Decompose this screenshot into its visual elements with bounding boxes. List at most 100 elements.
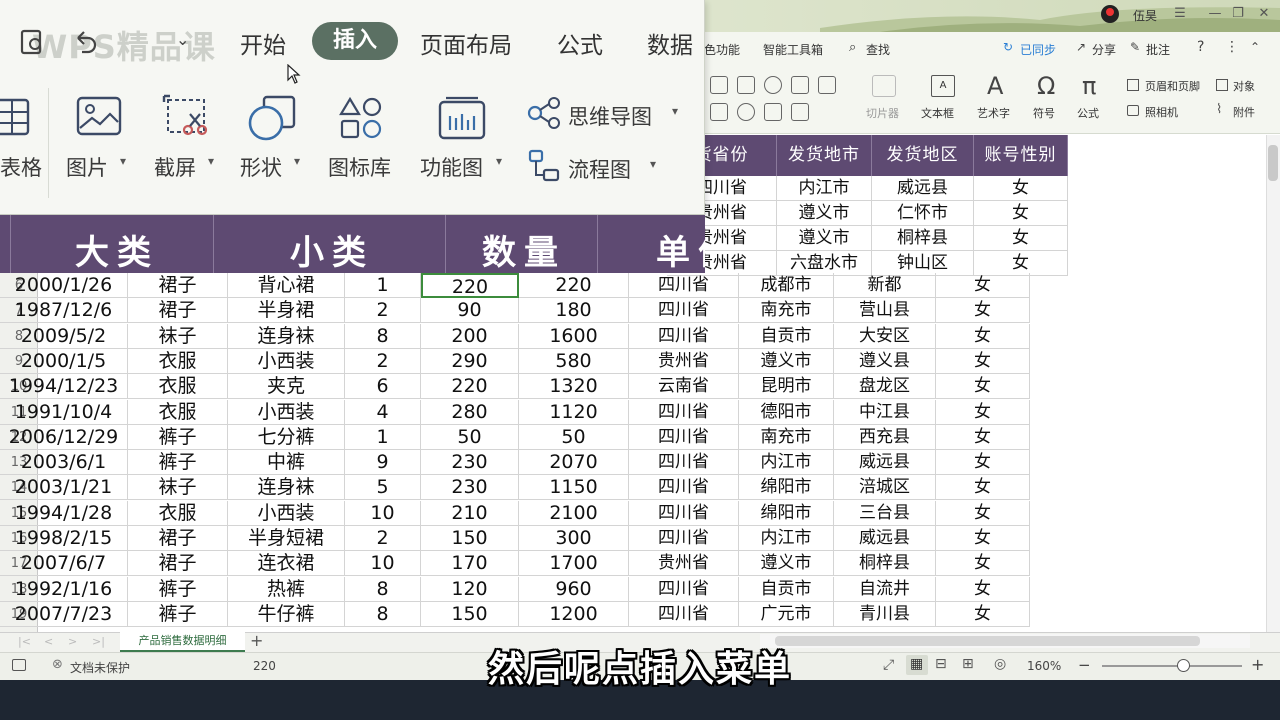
- price-cell[interactable]: 290: [421, 348, 519, 374]
- category-cell[interactable]: 衣服: [128, 374, 228, 400]
- city-cell[interactable]: 南充市: [739, 298, 834, 324]
- city-cell[interactable]: 广元市: [739, 601, 834, 627]
- header-quantity[interactable]: 数量: [482, 225, 566, 273]
- tab-insert[interactable]: 插入: [312, 22, 398, 60]
- quantity-cell[interactable]: 10: [345, 500, 421, 526]
- category-cell[interactable]: 袜子: [128, 323, 228, 349]
- next-sheet-icon[interactable]: >: [68, 635, 77, 648]
- header-footer-button[interactable]: 页眉和页脚: [1145, 78, 1200, 94]
- picture-dropdown-icon[interactable]: ▾: [120, 154, 126, 168]
- fullscreen-icon[interactable]: ⤢: [883, 657, 894, 673]
- total-cell[interactable]: 180: [519, 298, 629, 324]
- total-cell[interactable]: 1200: [519, 601, 629, 627]
- page-view-icon[interactable]: [12, 659, 26, 671]
- city-cell[interactable]: 内江市: [777, 176, 872, 201]
- search-icon[interactable]: ⌕: [849, 40, 856, 55]
- category-cell[interactable]: 裤子: [128, 424, 228, 450]
- more-icon[interactable]: ⋮: [1225, 39, 1239, 55]
- header-gender[interactable]: 账号性别: [974, 135, 1068, 176]
- gender-cell[interactable]: 女: [936, 348, 1030, 374]
- total-cell[interactable]: 1320: [519, 374, 629, 400]
- gender-cell[interactable]: 女: [936, 424, 1030, 450]
- total-cell[interactable]: 1150: [519, 475, 629, 501]
- sheet-tab-active[interactable]: 产品销售数据明细: [120, 632, 245, 652]
- category-cell[interactable]: 裤子: [128, 450, 228, 476]
- mind-map-button[interactable]: 思维导图: [568, 101, 652, 131]
- price-cell[interactable]: 210: [421, 500, 519, 526]
- total-cell[interactable]: 580: [519, 348, 629, 374]
- province-cell[interactable]: 贵州省: [629, 348, 739, 374]
- shape-button[interactable]: 形状: [240, 152, 282, 182]
- price-cell[interactable]: 170: [421, 551, 519, 577]
- district-cell[interactable]: 中江县: [834, 399, 936, 425]
- province-cell[interactable]: 贵州省: [629, 551, 739, 577]
- city-cell[interactable]: 遵义市: [777, 201, 872, 226]
- city-cell[interactable]: 成都市: [739, 273, 834, 298]
- zoom-in-icon[interactable]: +: [1251, 655, 1264, 674]
- area-chart-icon[interactable]: [764, 103, 782, 121]
- subcategory-cell[interactable]: 连衣裙: [228, 551, 345, 577]
- undo-icon[interactable]: [70, 28, 100, 56]
- city-cell[interactable]: 自贡市: [739, 576, 834, 602]
- reading-layout-icon[interactable]: ⊞: [962, 656, 974, 672]
- header-subcategory[interactable]: 小类: [290, 225, 374, 273]
- city-cell[interactable]: 遵义市: [777, 226, 872, 251]
- empty-sheet-area[interactable]: [1068, 135, 1266, 632]
- bar-chart-icon[interactable]: [710, 76, 728, 94]
- price-cell[interactable]: 200: [421, 323, 519, 349]
- date-cell[interactable]: 2007/7/23: [0, 601, 128, 627]
- category-cell[interactable]: 裤子: [128, 601, 228, 627]
- date-cell[interactable]: 1998/2/15: [0, 526, 128, 551]
- total-cell[interactable]: 960: [519, 576, 629, 602]
- date-cell[interactable]: 1994/12/23: [0, 374, 128, 400]
- category-cell[interactable]: 衣服: [128, 500, 228, 526]
- shape-dropdown-icon[interactable]: ▾: [294, 154, 300, 168]
- gender-cell[interactable]: 女: [936, 399, 1030, 425]
- quantity-cell[interactable]: 1: [345, 273, 421, 298]
- price-cell[interactable]: 220: [421, 374, 519, 400]
- date-cell[interactable]: 1994/1/28: [0, 500, 128, 526]
- district-cell[interactable]: 遵义县: [834, 348, 936, 374]
- district-cell[interactable]: 桐梓县: [872, 226, 974, 251]
- table-button[interactable]: 表格: [0, 152, 42, 182]
- subcategory-cell[interactable]: 中裤: [228, 450, 345, 476]
- province-cell[interactable]: 四川省: [629, 424, 739, 450]
- header-district[interactable]: 发货地区: [872, 135, 974, 176]
- subcategory-cell[interactable]: 七分裤: [228, 424, 345, 450]
- gender-cell[interactable]: 女: [936, 526, 1030, 551]
- date-cell[interactable]: 2000/1/5: [0, 348, 128, 374]
- sparkline-icon[interactable]: [791, 103, 809, 121]
- help-icon[interactable]: ?: [1197, 39, 1204, 55]
- province-cell[interactable]: 四川省: [629, 526, 739, 551]
- quantity-cell[interactable]: 2: [345, 298, 421, 324]
- province-cell[interactable]: 四川省: [629, 601, 739, 627]
- price-cell[interactable]: 230: [421, 450, 519, 476]
- category-cell[interactable]: 裙子: [128, 526, 228, 551]
- quantity-cell[interactable]: 9: [345, 450, 421, 476]
- gender-cell[interactable]: 女: [936, 323, 1030, 349]
- province-cell[interactable]: 四川省: [629, 273, 739, 298]
- district-cell[interactable]: 大安区: [834, 323, 936, 349]
- city-cell[interactable]: 遵义市: [739, 348, 834, 374]
- gender-cell[interactable]: 女: [936, 475, 1030, 501]
- zoom-slider-handle[interactable]: [1177, 659, 1190, 672]
- minimize-icon[interactable]: —: [1205, 4, 1225, 24]
- gender-cell[interactable]: 女: [936, 298, 1030, 324]
- flowchart-button[interactable]: 流程图: [568, 154, 631, 184]
- subcategory-cell[interactable]: 小西装: [228, 399, 345, 425]
- price-cell[interactable]: 150: [421, 601, 519, 627]
- date-cell[interactable]: 1991/10/4: [0, 399, 128, 425]
- quantity-cell[interactable]: 5: [345, 475, 421, 501]
- window-menu-icon[interactable]: ☰: [1170, 4, 1190, 24]
- subcategory-cell[interactable]: 连身袜: [228, 323, 345, 349]
- total-cell[interactable]: 300: [519, 526, 629, 551]
- district-cell[interactable]: 三台县: [834, 500, 936, 526]
- attachment-button[interactable]: 附件: [1233, 104, 1255, 120]
- district-cell[interactable]: 自流井: [834, 576, 936, 602]
- find-button[interactable]: 查找: [866, 41, 890, 58]
- date-cell[interactable]: 2000/1/26: [0, 273, 128, 298]
- district-cell[interactable]: 威远县: [872, 176, 974, 201]
- district-cell[interactable]: 营山县: [834, 298, 936, 324]
- eye-protection-icon[interactable]: ◎: [994, 656, 1006, 672]
- price-cell[interactable]: 50: [421, 424, 519, 450]
